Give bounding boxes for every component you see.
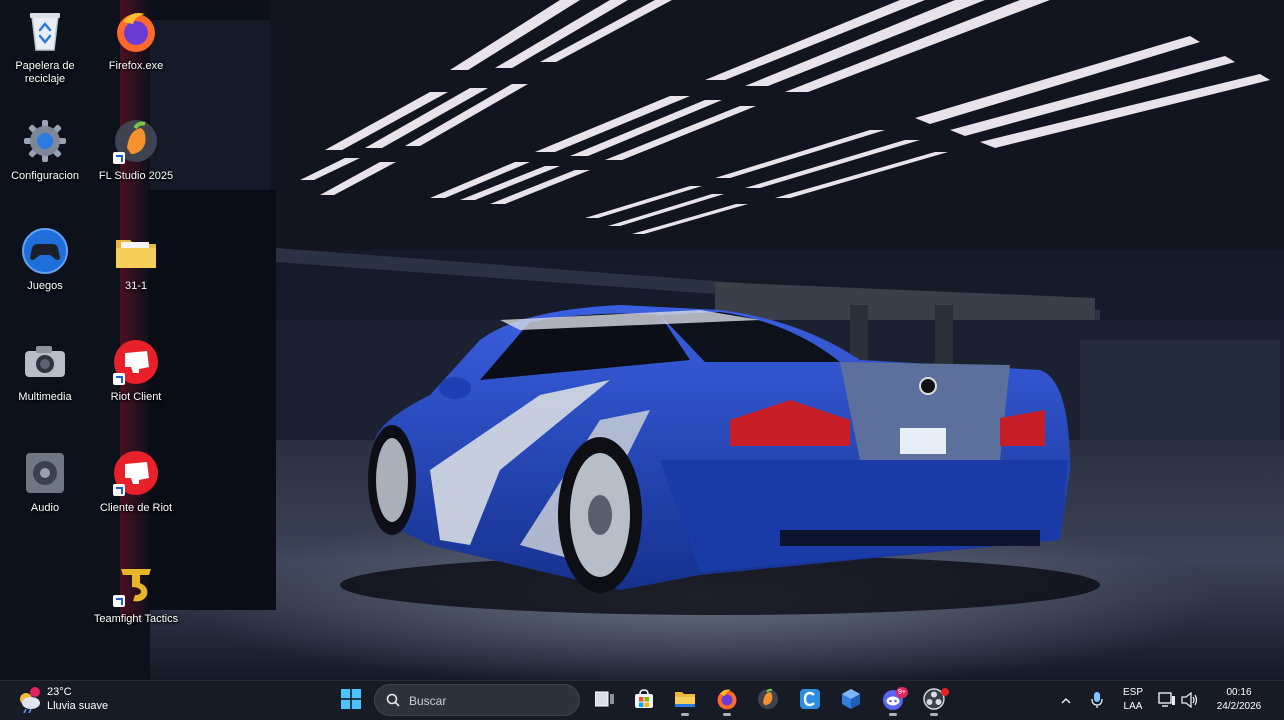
weather-alert-dot xyxy=(30,687,40,697)
desktop-icon-label: Juegos xyxy=(27,280,63,292)
file-explorer-button[interactable] xyxy=(668,685,702,717)
fl-studio-taskbar-button[interactable] xyxy=(751,685,785,717)
desktop-icon-label: Riot Client xyxy=(110,391,162,403)
keyboard-layout: LAA xyxy=(1123,701,1143,712)
desktop-icon-label: Cliente de Riot xyxy=(99,502,173,514)
taskbar: 23°C Lluvia suave Buscar 9+ ESP LAA 00:1… xyxy=(0,680,1284,720)
obs-taskbar-button[interactable] xyxy=(917,685,951,717)
speaker-icon xyxy=(22,450,68,496)
clock[interactable]: 00:16 24/2/2026 xyxy=(1206,685,1272,717)
weather-condition: Lluvia suave xyxy=(47,700,109,712)
chevron-up-icon[interactable] xyxy=(1059,694,1073,713)
riot-client-icon xyxy=(113,339,159,385)
discord-taskbar-button[interactable]: 9+ xyxy=(876,685,910,717)
recycle-bin-icon xyxy=(22,8,68,54)
c-app-icon xyxy=(799,688,821,715)
recording-dot xyxy=(941,688,949,696)
desktop-wallpaper xyxy=(0,0,1284,680)
desktop-icon-firefox[interactable]: Firefox.exe xyxy=(92,2,180,102)
desktop-icon-label: Configuracion xyxy=(11,170,79,182)
desktop-icon-multimedia[interactable]: Multimedia xyxy=(1,333,89,433)
desktop-icon-label: Papelera de reciclaje xyxy=(15,60,75,85)
desktop-icon-label: Audio xyxy=(30,502,60,514)
box-app-taskbar-button[interactable] xyxy=(834,685,868,717)
c-app-taskbar-button[interactable] xyxy=(793,685,827,717)
search-icon xyxy=(386,693,400,712)
desktop-icon-recycle-bin[interactable]: Papelera de reciclaje xyxy=(1,2,89,102)
clock-time: 00:16 xyxy=(1226,687,1252,698)
desktop-icon-audio[interactable]: Audio xyxy=(1,444,89,544)
shortcut-arrow-icon xyxy=(113,484,125,496)
firefox-icon xyxy=(113,8,159,54)
camera-icon xyxy=(22,339,68,385)
desktop-icon-label: Firefox.exe xyxy=(108,60,164,72)
search-placeholder: Buscar xyxy=(409,694,447,708)
network-icon[interactable] xyxy=(1158,692,1176,713)
desktop-icon-settings[interactable]: Configuracion xyxy=(1,112,89,212)
notification-badge: 9+ xyxy=(896,687,908,698)
riot-client-icon xyxy=(113,450,159,496)
windows-start-icon xyxy=(341,688,361,714)
firefox-taskbar-button[interactable] xyxy=(710,685,744,717)
desktop-icon-games[interactable]: Juegos xyxy=(1,222,89,322)
fl-studio-icon xyxy=(113,118,159,164)
folder-icon xyxy=(674,689,696,714)
language-code: ESP xyxy=(1122,687,1143,698)
desktop-icon-label: Teamfight Tactics xyxy=(93,613,179,625)
shortcut-arrow-icon xyxy=(113,152,125,164)
gamepad-icon xyxy=(22,228,68,274)
task-view-icon xyxy=(594,690,615,713)
fl-studio-icon xyxy=(757,688,779,715)
language-indicator[interactable]: ESP LAA xyxy=(1116,685,1150,717)
desktop-icon-label: Multimedia xyxy=(18,391,72,403)
desktop-icon-label: FL Studio 2025 xyxy=(98,170,174,182)
teamfight-tactics-icon xyxy=(113,561,159,607)
search-input[interactable]: Buscar xyxy=(374,684,580,716)
task-view-button[interactable] xyxy=(588,685,622,717)
weather-temperature: 23°C xyxy=(47,686,72,698)
desktop-icon-riot-client[interactable]: Riot Client xyxy=(92,333,180,433)
folder-icon xyxy=(113,228,159,274)
volume-icon[interactable] xyxy=(1181,691,1199,713)
desktop-icon-teamfight-tactics[interactable]: Teamfight Tactics xyxy=(92,555,180,655)
shortcut-arrow-icon xyxy=(113,373,125,385)
desktop-icon-cliente-de-riot[interactable]: Cliente de Riot xyxy=(92,444,180,544)
weather-widget[interactable]: 23°C Lluvia suave xyxy=(14,681,124,720)
desktop-icon-fl-studio[interactable]: FL Studio 2025 xyxy=(92,112,180,212)
weather-rain-icon xyxy=(16,687,42,714)
store-icon xyxy=(634,688,654,714)
desktop-icon-label: 31-1 xyxy=(124,280,148,292)
firefox-icon xyxy=(716,688,738,715)
desktop-icon-folder-31-1[interactable]: 31-1 xyxy=(92,222,180,322)
shortcut-arrow-icon xyxy=(113,595,125,607)
microphone-icon[interactable] xyxy=(1090,691,1104,714)
store-button[interactable] xyxy=(627,685,661,717)
start-button[interactable] xyxy=(334,685,368,717)
clock-date: 24/2/2026 xyxy=(1216,701,1262,712)
box-app-icon xyxy=(840,688,862,715)
gear-icon xyxy=(22,118,68,164)
